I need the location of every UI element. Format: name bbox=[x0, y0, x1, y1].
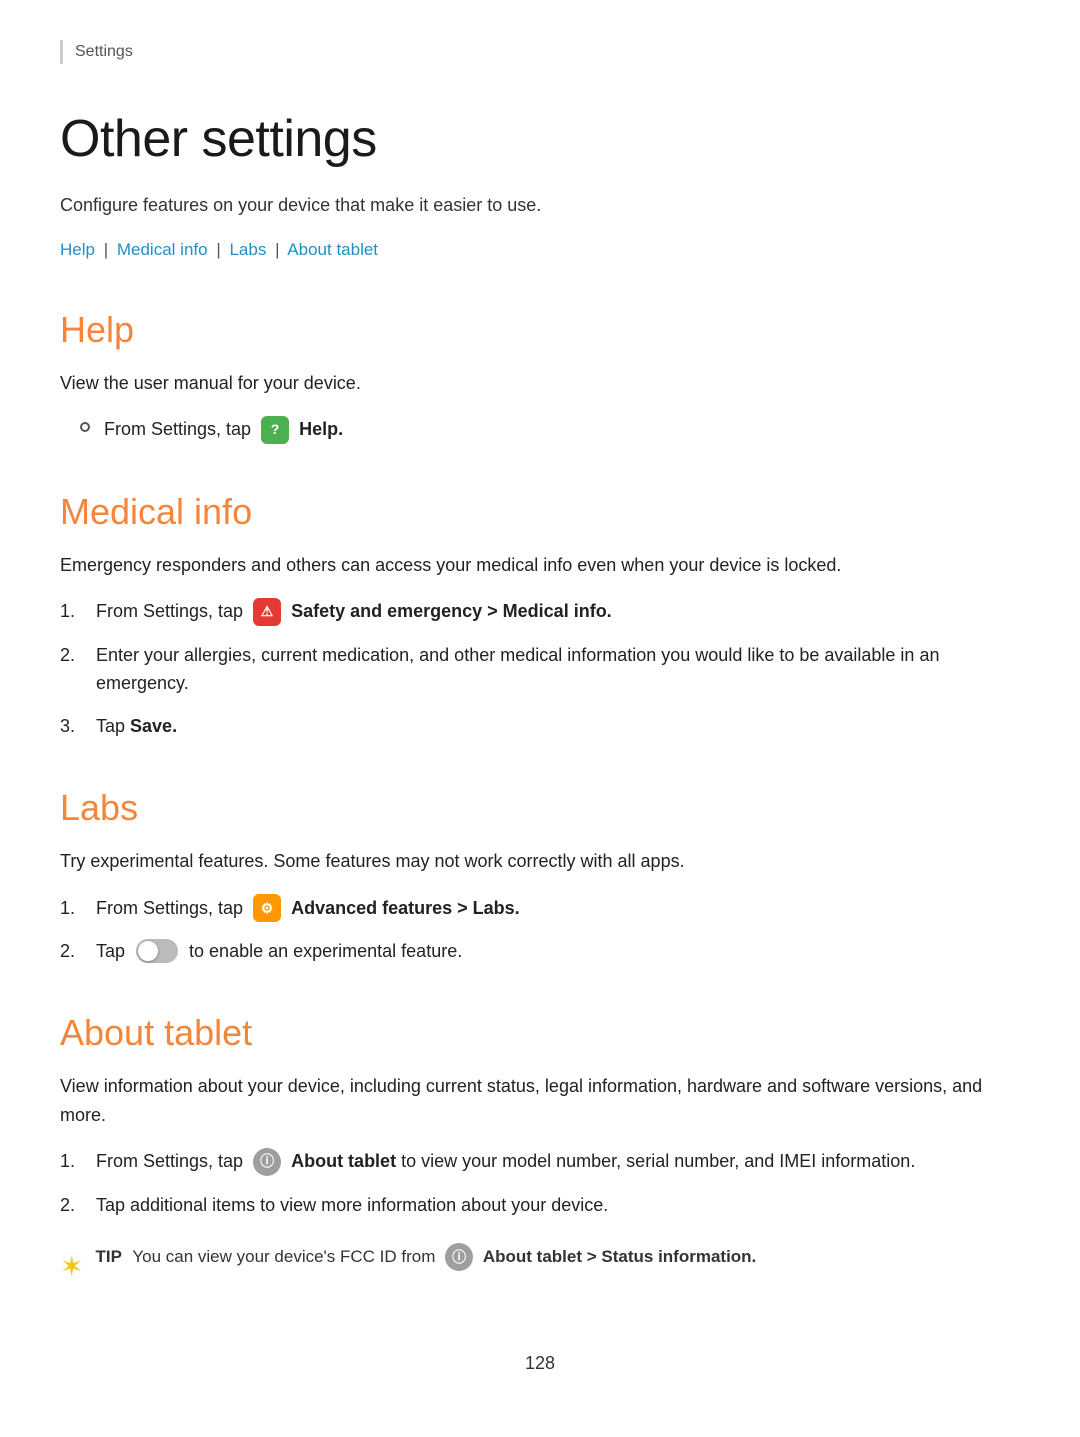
nav-link-about[interactable]: About tablet bbox=[287, 240, 378, 259]
about-app-icon-1: ⓘ bbox=[253, 1148, 281, 1176]
section-title-medical: Medical info bbox=[60, 485, 1020, 539]
bullet-icon bbox=[80, 422, 90, 432]
section-about: About tablet View information about your… bbox=[60, 1006, 1020, 1290]
about-app-icon-2: ⓘ bbox=[445, 1243, 473, 1271]
page-number: 128 bbox=[60, 1350, 1020, 1377]
labs-step-2: 2. Tap to enable an experimental feature… bbox=[60, 937, 1020, 966]
section-title-about: About tablet bbox=[60, 1006, 1020, 1060]
medical-step-3: 3. Tap Save. bbox=[60, 712, 1020, 741]
labs-app-icon: ⚙ bbox=[253, 894, 281, 922]
section-body-medical: Emergency responders and others can acce… bbox=[60, 551, 1020, 580]
medical-step-2: 2. Enter your allergies, current medicat… bbox=[60, 641, 1020, 699]
section-medical: Medical info Emergency responders and ot… bbox=[60, 485, 1020, 741]
section-help: Help View the user manual for your devic… bbox=[60, 303, 1020, 445]
safety-app-icon: ⚠ bbox=[253, 598, 281, 626]
help-step-1: From Settings, tap ? Help. bbox=[60, 415, 1020, 444]
help-app-icon: ? bbox=[261, 416, 289, 444]
section-body-labs: Try experimental features. Some features… bbox=[60, 847, 1020, 876]
page-title: Other settings bbox=[60, 100, 1020, 178]
section-body-about: View information about your device, incl… bbox=[60, 1072, 1020, 1130]
about-step-2: 2. Tap additional items to view more inf… bbox=[60, 1191, 1020, 1220]
breadcrumb: Settings bbox=[60, 40, 1020, 64]
section-title-help: Help bbox=[60, 303, 1020, 357]
medical-step-1: 1. From Settings, tap ⚠ Safety and emerg… bbox=[60, 597, 1020, 626]
page-subtitle: Configure features on your device that m… bbox=[60, 192, 1020, 219]
section-body-help: View the user manual for your device. bbox=[60, 369, 1020, 398]
about-step-1: 1. From Settings, tap ⓘ About tablet to … bbox=[60, 1147, 1020, 1176]
nav-links: Help | Medical info | Labs | About table… bbox=[60, 237, 1020, 263]
section-title-labs: Labs bbox=[60, 781, 1020, 835]
nav-link-labs[interactable]: Labs bbox=[229, 240, 266, 259]
toggle-switch-icon bbox=[136, 939, 178, 963]
nav-link-medical[interactable]: Medical info bbox=[117, 240, 208, 259]
section-labs: Labs Try experimental features. Some fea… bbox=[60, 781, 1020, 966]
tip-bulb-icon: ✶ bbox=[60, 1245, 83, 1290]
nav-link-help[interactable]: Help bbox=[60, 240, 95, 259]
tip-box: ✶ TIP You can view your device's FCC ID … bbox=[60, 1243, 1020, 1290]
labs-step-1: 1. From Settings, tap ⚙ Advanced feature… bbox=[60, 894, 1020, 923]
